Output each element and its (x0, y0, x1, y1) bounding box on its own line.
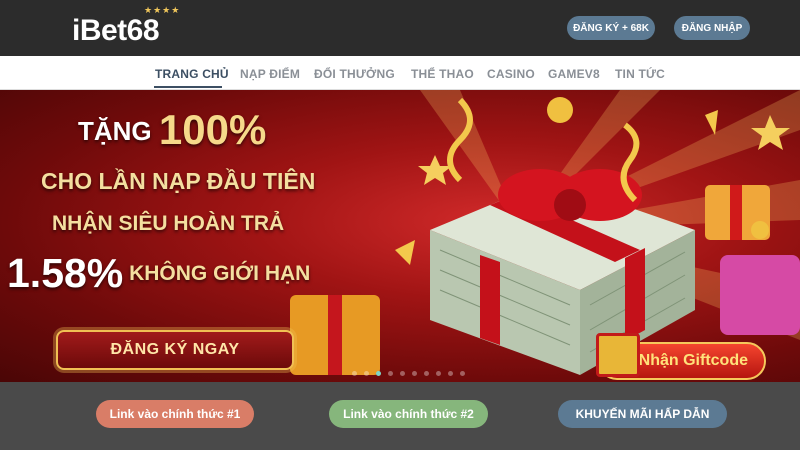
official-link-1-button[interactable]: Link vào chính thức #1 (96, 400, 254, 428)
carousel-dot[interactable] (424, 371, 429, 376)
gift-icon (596, 333, 640, 377)
nav-item-news[interactable]: TIN TỨC (615, 67, 665, 81)
official-link-2-button[interactable]: Link vào chính thức #2 (329, 400, 488, 428)
carousel-dot-active[interactable] (376, 371, 381, 376)
promo-line-3: NHẬN SIÊU HOÀN TRẢ (52, 212, 285, 235)
gift-boxes-decoration (290, 97, 800, 375)
nav-item-deposit[interactable]: NẠP ĐIỂM (240, 67, 300, 81)
carousel-dot[interactable] (352, 371, 357, 376)
login-button[interactable]: ĐĂNG NHẬP (674, 16, 750, 40)
promo-percent-rebate: 1.58% (7, 250, 124, 296)
carousel-dot[interactable] (460, 371, 465, 376)
carousel-dot[interactable] (436, 371, 441, 376)
logo-text: iBet68 (72, 14, 160, 47)
nav-item-gamev8[interactable]: GAMEV8 (548, 67, 600, 81)
nav-item-sports[interactable]: THỂ THAO (411, 67, 474, 81)
logo[interactable]: iBet68 ★★★★ (72, 5, 179, 48)
logo-stars-icon: ★★★★ (144, 5, 181, 15)
register-now-button[interactable]: ĐĂNG KÝ NGAY (56, 330, 294, 370)
promo-line-4: 1.58% KHÔNG GIỚI HẠN (7, 250, 310, 297)
active-tab-indicator (154, 86, 222, 88)
carousel-dot[interactable] (400, 371, 405, 376)
carousel-dots (352, 371, 465, 376)
promo-line-2: CHO LẦN NẠP ĐẦU TIÊN (41, 168, 316, 194)
promotions-button[interactable]: KHUYẾN MÃI HẤP DẪN (558, 400, 727, 428)
main-nav: TRANG CHỦ NẠP ĐIỂM ĐỔI THƯỞNG THỂ THAO C… (0, 56, 800, 90)
promo-line-1-prefix: TẶNG (78, 116, 159, 146)
header-bar: iBet68 ★★★★ ĐĂNG KÝ + 68K ĐĂNG NHẬP (0, 0, 800, 56)
nav-item-casino[interactable]: CASINO (487, 67, 535, 81)
carousel-dot[interactable] (412, 371, 417, 376)
carousel-dot[interactable] (448, 371, 453, 376)
promo-banner[interactable]: TẶNG 100% CHO LẦN NẠP ĐẦU TIÊN NHẬN SIÊU… (0, 90, 800, 382)
nav-item-home[interactable]: TRANG CHỦ (155, 67, 229, 81)
carousel-dot[interactable] (364, 371, 369, 376)
carousel-dot[interactable] (388, 371, 393, 376)
promo-percent-100: 100% (158, 106, 267, 153)
promo-line-4-rest: KHÔNG GIỚI HẠN (123, 262, 311, 285)
link-bar: Link vào chính thức #1 Link vào chính th… (0, 382, 800, 450)
nav-item-rewards[interactable]: ĐỔI THƯỞNG (314, 67, 395, 81)
register-button[interactable]: ĐĂNG KÝ + 68K (567, 16, 655, 40)
promo-line-1: TẶNG 100% (78, 106, 266, 154)
